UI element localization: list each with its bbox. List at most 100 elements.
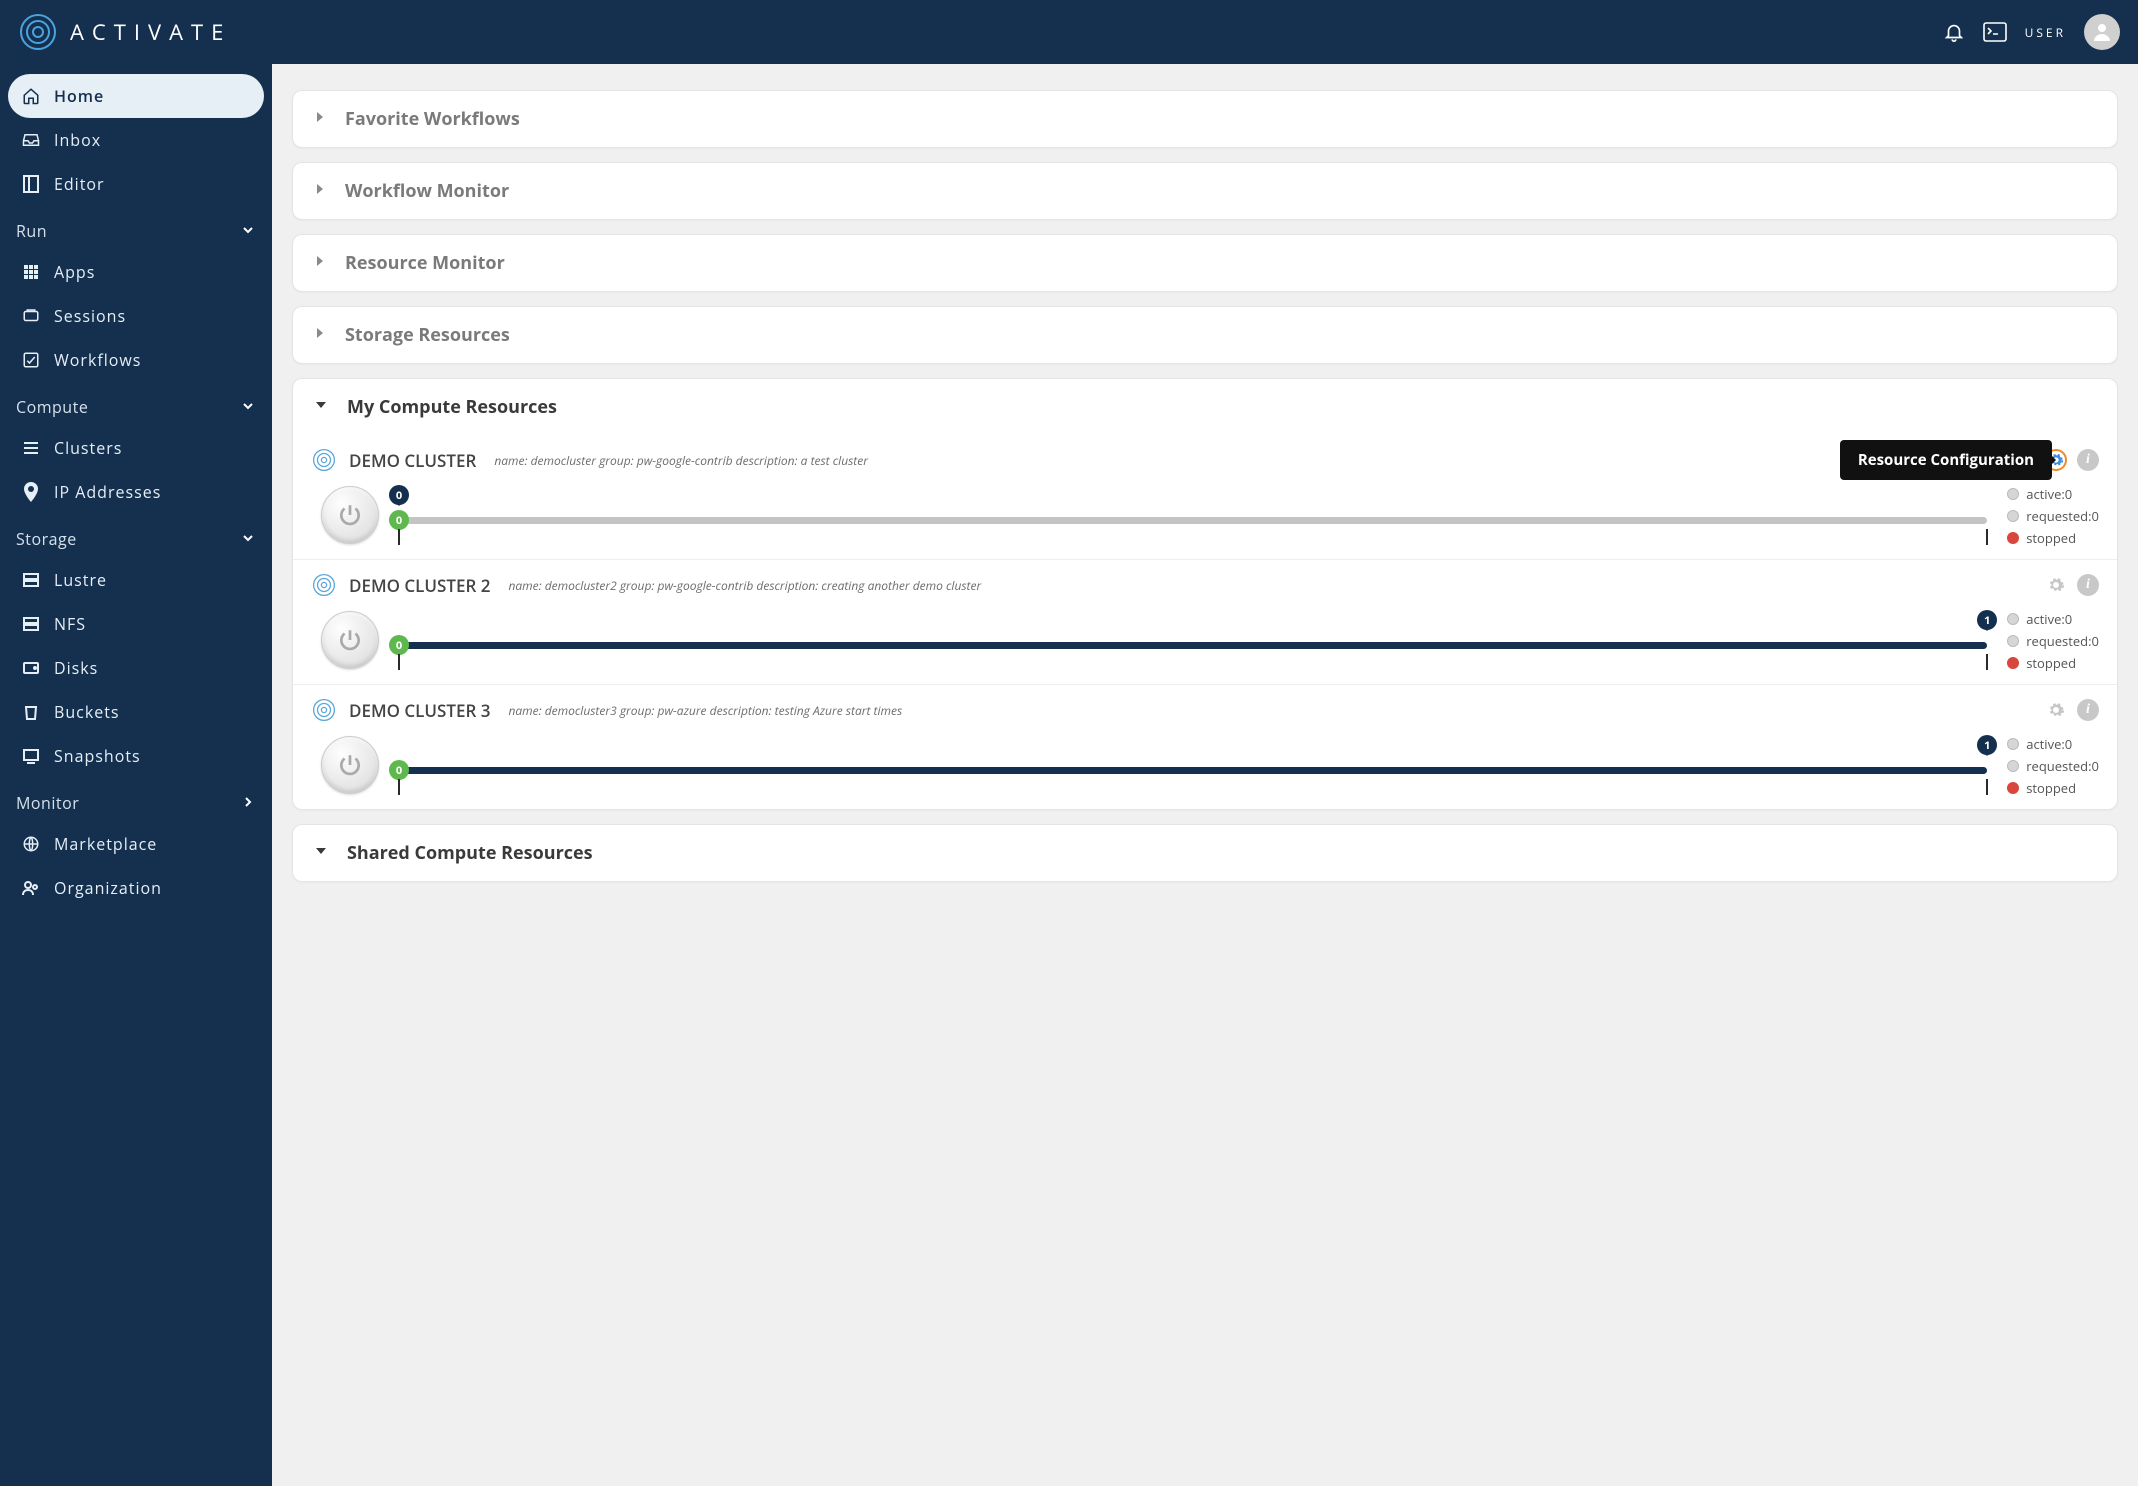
panel-head-my-compute[interactable]: My Compute Resources xyxy=(293,379,2117,435)
drive-icon xyxy=(22,616,40,632)
gear-icon[interactable] xyxy=(2045,699,2067,721)
gear-icon[interactable] xyxy=(2045,574,2067,596)
panel-title: Favorite Workflows xyxy=(345,107,520,131)
bell-icon[interactable] xyxy=(1943,21,1965,43)
drive-icon xyxy=(22,572,40,588)
sidebar-item-label: Disks xyxy=(54,657,98,679)
sidebar-group-monitor[interactable]: Monitor xyxy=(8,778,264,822)
power-button[interactable] xyxy=(321,611,379,669)
sidebar-group-label: Monitor xyxy=(16,792,79,814)
sidebar-item-label: Workflows xyxy=(54,349,141,371)
sidebar-group-run[interactable]: Run xyxy=(8,206,264,250)
chevron-icon xyxy=(242,399,254,416)
resource-body: 0 0 active:0 requested:0 stopped xyxy=(311,473,2099,555)
sidebar-group-label: Storage xyxy=(16,528,77,550)
chevron-down-icon xyxy=(313,397,329,418)
chevron-icon xyxy=(242,223,254,240)
sidebar-item-lustre[interactable]: Lustre xyxy=(8,558,264,602)
chevron-down-icon xyxy=(313,843,329,864)
legend-requested: requested:0 xyxy=(2007,632,2099,650)
panel-workflow-monitor: Workflow Monitor xyxy=(292,162,2118,220)
sidebar-item-sessions[interactable]: Sessions xyxy=(8,294,264,338)
sidebar-item-home[interactable]: Home xyxy=(8,74,264,118)
info-icon[interactable]: i xyxy=(2077,699,2099,721)
sidebar-item-apps[interactable]: Apps xyxy=(8,250,264,294)
clusters-icon xyxy=(22,441,40,455)
info-icon[interactable]: i xyxy=(2077,449,2099,471)
main: Favorite Workflows Workflow Monitor Reso… xyxy=(272,64,2138,1486)
sidebar-item-label: Lustre xyxy=(54,569,107,591)
avatar[interactable] xyxy=(2084,14,2120,50)
panel-title: My Compute Resources xyxy=(347,395,557,419)
panel-favorite-workflows: Favorite Workflows xyxy=(292,90,2118,148)
sidebar-item-inbox[interactable]: Inbox xyxy=(8,118,264,162)
sidebar-item-workflows[interactable]: Workflows xyxy=(8,338,264,382)
resource-slider[interactable]: 1 0 xyxy=(399,735,1987,795)
info-icon[interactable]: i xyxy=(2077,574,2099,596)
sidebar-item-label: Snapshots xyxy=(54,745,141,767)
sidebar-group-compute[interactable]: Compute xyxy=(8,382,264,426)
sidebar-item-editor[interactable]: Editor xyxy=(8,162,264,206)
sidebar-item-marketplace[interactable]: Marketplace xyxy=(8,822,264,866)
sidebar-group-storage[interactable]: Storage xyxy=(8,514,264,558)
home-icon xyxy=(22,87,40,105)
chevron-right-icon xyxy=(313,182,327,201)
tooltip-resource-config: Resource Configuration xyxy=(1840,440,2052,480)
sidebar-item-clusters[interactable]: Clusters xyxy=(8,426,264,470)
org-icon xyxy=(22,880,40,896)
panel-storage-resources: Storage Resources xyxy=(292,306,2118,364)
globe-icon xyxy=(22,835,40,853)
slider-tick xyxy=(398,529,400,545)
panel-resource-monitor: Resource Monitor xyxy=(292,234,2118,292)
power-button[interactable] xyxy=(321,486,379,544)
swirl-icon xyxy=(311,697,337,723)
sidebar-item-nfs[interactable]: NFS xyxy=(8,602,264,646)
sidebar-item-label: Organization xyxy=(54,877,162,899)
sidebar-item-label: Clusters xyxy=(54,437,122,459)
legend-requested: requested:0 xyxy=(2007,757,2099,775)
chevron-icon xyxy=(242,531,254,548)
terminal-icon[interactable] xyxy=(1983,22,2007,42)
resource-header: DEMO CLUSTER 3 name: democluster3 group:… xyxy=(311,697,2099,723)
slider-marker-green: 0 xyxy=(389,760,409,780)
resource-legend: active:0 requested:0 stopped xyxy=(2007,733,2099,797)
chevron-icon xyxy=(242,795,254,812)
resource-slider[interactable]: 0 0 xyxy=(399,485,1987,545)
resource-slider[interactable]: 1 0 xyxy=(399,610,1987,670)
legend-stopped: stopped xyxy=(2007,529,2099,547)
resource-row: Resource Configuration DEMO CLUSTER name… xyxy=(293,435,2117,559)
panel-head[interactable]: Favorite Workflows xyxy=(293,91,2117,147)
panel-my-compute: My Compute Resources Resource Configurat… xyxy=(292,378,2118,810)
sidebar-item-label: Home xyxy=(54,85,104,107)
resource-meta: name: democluster2 group: pw-google-cont… xyxy=(508,577,981,594)
sidebar-item-label: Buckets xyxy=(54,701,120,723)
swirl-icon xyxy=(311,447,337,473)
chevron-right-icon xyxy=(313,110,327,129)
sidebar-item-snapshots[interactable]: Snapshots xyxy=(8,734,264,778)
resource-name: DEMO CLUSTER 2 xyxy=(349,574,490,597)
resource-meta: name: democluster3 group: pw-azure descr… xyxy=(508,702,902,719)
sidebar-item-disks[interactable]: Disks xyxy=(8,646,264,690)
sidebar-item-label: Inbox xyxy=(54,129,101,151)
sidebar-item-buckets[interactable]: Buckets xyxy=(8,690,264,734)
legend-stopped: stopped xyxy=(2007,654,2099,672)
power-button[interactable] xyxy=(321,736,379,794)
panel-head[interactable]: Storage Resources xyxy=(293,307,2117,363)
resource-row: DEMO CLUSTER 3 name: democluster3 group:… xyxy=(293,684,2117,809)
panel-head[interactable]: Resource Monitor xyxy=(293,235,2117,291)
header-actions: USER xyxy=(1943,14,2120,50)
slider-tick xyxy=(1986,779,1988,795)
legend-requested: requested:0 xyxy=(2007,507,2099,525)
sidebar-item-organization[interactable]: Organization xyxy=(8,866,264,910)
resource-body: 1 0 active:0 requested:0 stopped xyxy=(311,598,2099,680)
panel-head-shared[interactable]: Shared Compute Resources xyxy=(293,825,2117,881)
brand-text: ACTIVATE xyxy=(70,17,231,47)
slider-marker-dark: 1 xyxy=(1977,610,1997,630)
sidebar-item-label: Sessions xyxy=(54,305,126,327)
sidebar-item-ip-addresses[interactable]: IP Addresses xyxy=(8,470,264,514)
resource-row: DEMO CLUSTER 2 name: democluster2 group:… xyxy=(293,559,2117,684)
panel-shared-compute: Shared Compute Resources xyxy=(292,824,2118,882)
slider-tick xyxy=(398,779,400,795)
ip-icon xyxy=(22,482,40,502)
panel-head[interactable]: Workflow Monitor xyxy=(293,163,2117,219)
